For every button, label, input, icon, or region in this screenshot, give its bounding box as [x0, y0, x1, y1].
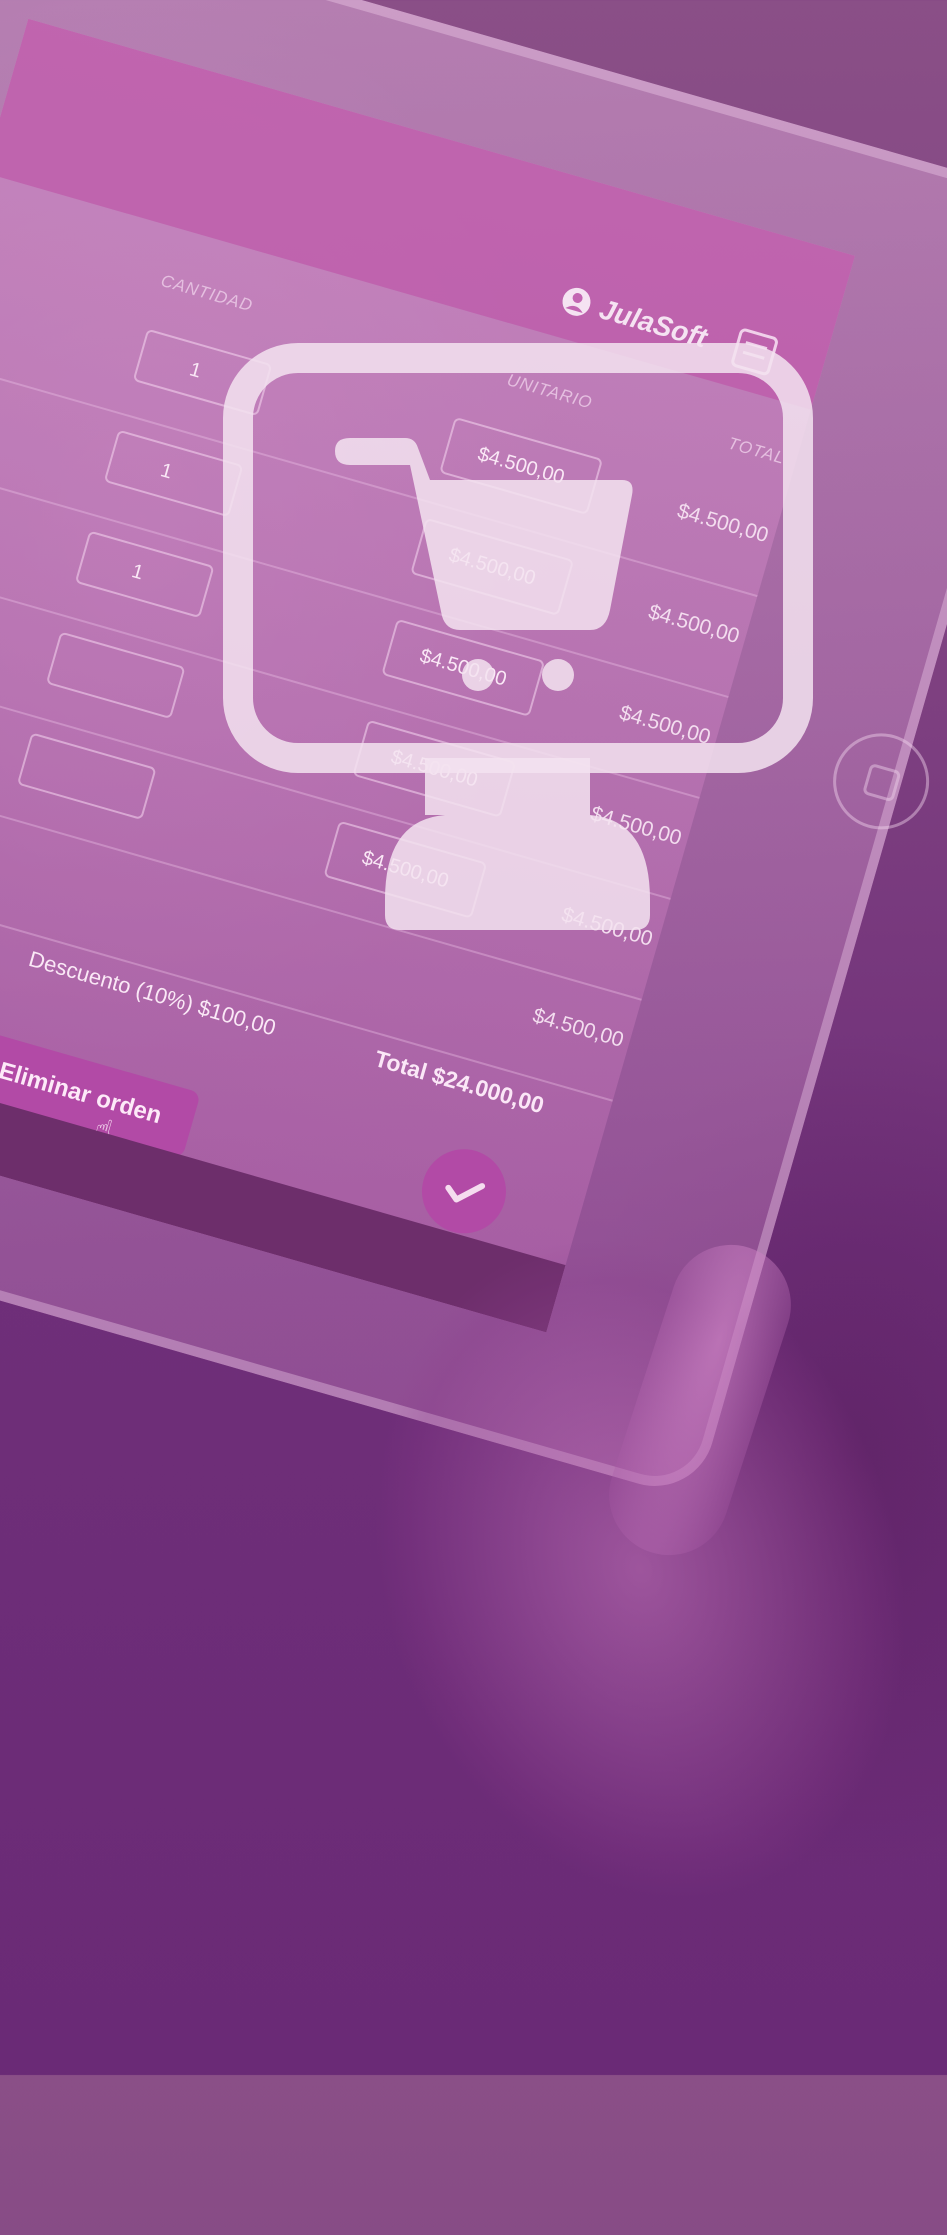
user-icon[interactable] [557, 283, 594, 320]
column-header-quantity: CANTIDAD [158, 270, 256, 316]
check-icon [445, 1183, 486, 1203]
row-total: $4.500,00 [530, 1003, 627, 1052]
pos-cart-monitor-icon [223, 343, 813, 930]
